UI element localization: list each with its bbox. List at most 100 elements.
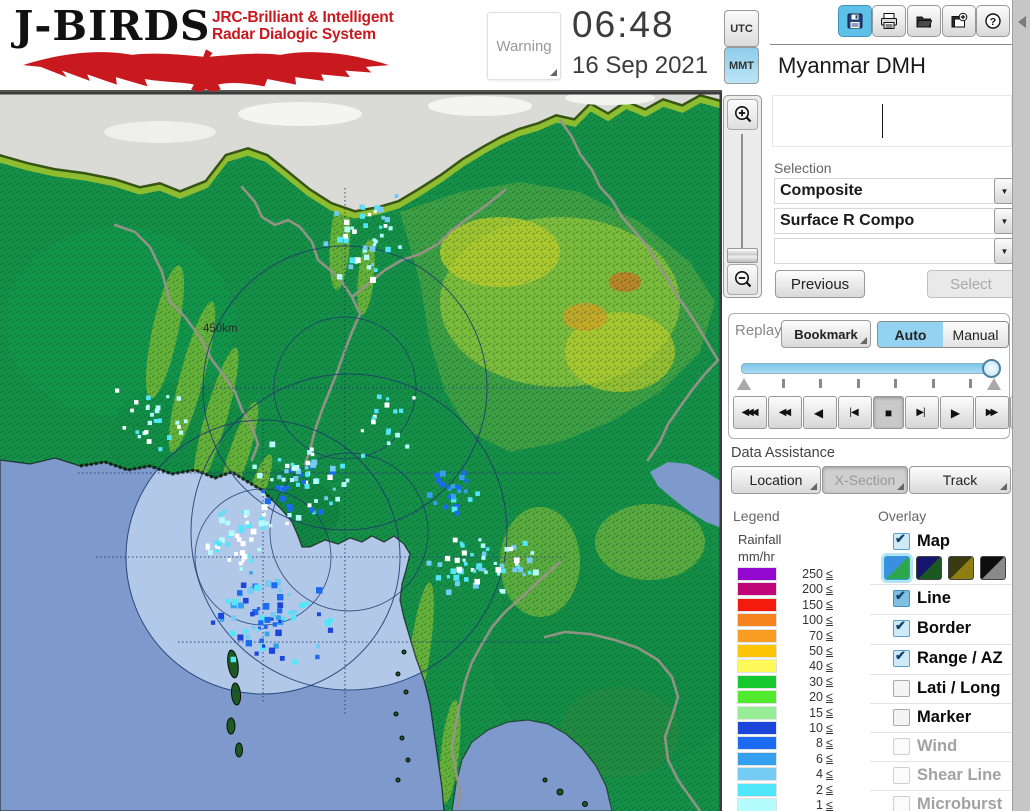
chevron-down-icon: ▼ bbox=[1001, 217, 1009, 226]
save-button[interactable] bbox=[838, 5, 872, 37]
replay-label: Replay bbox=[735, 322, 782, 339]
less-than-equal-icon: ≤ bbox=[826, 738, 833, 749]
help-button[interactable]: ? bbox=[976, 5, 1010, 37]
track-button[interactable]: Track bbox=[909, 466, 1011, 494]
save-icon bbox=[846, 12, 864, 30]
bookmark-button[interactable]: Bookmark bbox=[781, 320, 871, 348]
overlay-row-marker[interactable]: Marker bbox=[870, 703, 1011, 727]
header-divider bbox=[770, 44, 1012, 45]
legend-color-swatch bbox=[737, 629, 777, 643]
line-checkbox[interactable] bbox=[893, 590, 910, 607]
map-checkbox[interactable] bbox=[893, 533, 910, 550]
legend-color-swatch bbox=[737, 798, 777, 811]
replay-timeline-slider[interactable] bbox=[741, 363, 995, 374]
map-style-swatches bbox=[884, 556, 1006, 580]
map-style-night-swatch[interactable] bbox=[916, 556, 942, 580]
legend-row: 100≤ bbox=[737, 613, 833, 627]
less-than-equal-icon: ≤ bbox=[826, 661, 833, 672]
play-button[interactable]: ▶ bbox=[940, 396, 974, 429]
category-dropdown[interactable]: Composite bbox=[774, 178, 999, 204]
legend-value: 15 bbox=[777, 706, 823, 720]
overlay-row-map[interactable]: Map bbox=[870, 528, 1011, 551]
overlay-row-range-az[interactable]: Range / AZ bbox=[870, 644, 1011, 668]
open-file-button[interactable] bbox=[907, 5, 941, 37]
radar-map[interactable]: 450km bbox=[0, 92, 722, 811]
message-box[interactable] bbox=[772, 95, 1012, 147]
legend-row: 20≤ bbox=[737, 690, 833, 704]
legend-value: 40 bbox=[777, 659, 823, 673]
legend-color-swatch bbox=[737, 567, 777, 581]
zoom-in-button[interactable] bbox=[727, 99, 758, 130]
previous-button[interactable]: Previous bbox=[775, 270, 865, 298]
product-dropdown[interactable]: Surface R Compo bbox=[774, 208, 999, 234]
option-dropdown[interactable] bbox=[774, 238, 999, 264]
utc-button[interactable]: UTC bbox=[724, 10, 759, 47]
less-than-equal-icon: ≤ bbox=[826, 707, 833, 718]
auto-mode-button[interactable]: Auto bbox=[878, 322, 943, 347]
legend-color-swatch bbox=[737, 613, 777, 627]
app-logo-tagline: JRC-Brilliant & Intelligent Radar Dialog… bbox=[212, 9, 393, 43]
legend-value: 8 bbox=[777, 736, 823, 750]
map-style-color-swatch[interactable] bbox=[884, 556, 910, 580]
panel-splitter[interactable] bbox=[1012, 0, 1030, 811]
overlay-row-line[interactable]: Line bbox=[870, 584, 1011, 608]
xsection-button[interactable]: X-Section bbox=[822, 466, 908, 494]
overlay-row-lati-long[interactable]: Lati / Long bbox=[870, 674, 1011, 698]
fast-forward-button[interactable]: ▶▶ bbox=[975, 396, 1009, 429]
chevron-down-icon: ▼ bbox=[1001, 247, 1009, 256]
map-style-mono-swatch[interactable] bbox=[980, 556, 1006, 580]
border-checkbox[interactable] bbox=[893, 620, 910, 637]
range-start-marker[interactable] bbox=[737, 378, 751, 390]
step-forward-button[interactable]: ▶| bbox=[905, 396, 939, 429]
app-header: J-BIRDS JRC-Brilliant & Intelligent Rada… bbox=[0, 0, 722, 92]
manual-mode-button[interactable]: Manual bbox=[943, 322, 1008, 347]
zoom-out-button[interactable] bbox=[727, 264, 758, 295]
radar-map-canvas: 450km bbox=[0, 92, 722, 811]
corner-fold-icon bbox=[810, 483, 817, 490]
legend-value: 2 bbox=[777, 783, 823, 797]
print-icon bbox=[880, 12, 898, 30]
zoom-slider-track[interactable] bbox=[741, 134, 743, 254]
legend-row: 6≤ bbox=[737, 752, 833, 766]
legend-label: Legend bbox=[733, 508, 780, 524]
map-style-olive-swatch[interactable] bbox=[948, 556, 974, 580]
marker-checkbox[interactable] bbox=[893, 709, 910, 726]
chevron-down-icon: ▼ bbox=[1001, 187, 1009, 196]
range-az-checkbox[interactable] bbox=[893, 650, 910, 667]
legend-value: 30 bbox=[777, 675, 823, 689]
stop-button[interactable]: ■ bbox=[873, 396, 904, 429]
open-folder-icon bbox=[915, 12, 933, 30]
clock-date: 16 Sep 2021 bbox=[572, 52, 708, 80]
selection-label: Selection bbox=[774, 160, 832, 176]
collapse-panel-icon[interactable] bbox=[1018, 16, 1026, 28]
less-than-equal-icon: ≤ bbox=[826, 646, 833, 657]
less-than-equal-icon: ≤ bbox=[826, 599, 833, 610]
fast-rewind-button[interactable]: ◀◀ bbox=[768, 396, 802, 429]
text-cursor bbox=[882, 104, 883, 138]
zoom-slider-handle[interactable] bbox=[727, 248, 758, 263]
zoom-out-icon bbox=[733, 270, 753, 290]
legend-value: 70 bbox=[777, 629, 823, 643]
add-image-button[interactable] bbox=[942, 5, 976, 37]
overlay-label: Overlay bbox=[878, 508, 926, 524]
lati-long-checkbox[interactable] bbox=[893, 680, 910, 697]
legend-unit: mm/hr bbox=[738, 549, 775, 564]
location-button[interactable]: Location bbox=[731, 466, 821, 494]
step-back-button[interactable]: |◀ bbox=[838, 396, 872, 429]
play-reverse-button[interactable]: ◀ bbox=[803, 396, 837, 429]
fast-rewind-3x-button[interactable]: ◀◀◀ bbox=[733, 396, 767, 429]
overlay-row-border[interactable]: Border bbox=[870, 614, 1011, 638]
select-button[interactable]: Select bbox=[927, 270, 1015, 298]
range-ring-label: 450km bbox=[203, 323, 238, 335]
corner-fold-icon bbox=[860, 337, 867, 344]
shear-line-checkbox bbox=[893, 767, 910, 784]
corner-fold-icon bbox=[1000, 483, 1007, 490]
warning-button[interactable]: Warning bbox=[487, 12, 561, 80]
mmt-button[interactable]: MMT bbox=[724, 47, 759, 84]
add-image-icon bbox=[950, 12, 968, 30]
overlay-row-shear-line: Shear Line bbox=[870, 761, 1011, 785]
range-end-marker[interactable] bbox=[987, 378, 1001, 390]
legend-color-swatch bbox=[737, 659, 777, 673]
print-button[interactable] bbox=[872, 5, 906, 37]
legend-row: 40≤ bbox=[737, 659, 833, 673]
